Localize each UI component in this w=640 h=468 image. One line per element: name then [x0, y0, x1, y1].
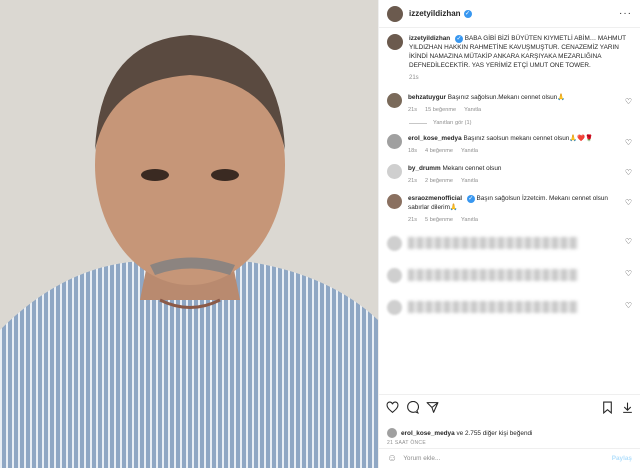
comment-likes[interactable]: 4 beğenme	[425, 147, 453, 156]
comment-item: esraozmenofficial ✓ Başın sağolsun İzzet…	[387, 194, 632, 225]
comment-text: Başınız sağolsun.Mekanı cennet olsun🙏	[447, 94, 566, 101]
comment-like-icon[interactable]: ♡	[625, 138, 632, 147]
commenter-avatar[interactable]	[387, 93, 402, 108]
comment-username[interactable]: esraozmenofficial	[408, 195, 462, 202]
comment-time: 21s	[408, 107, 418, 113]
liker-username[interactable]: erol_kose_medya	[401, 430, 455, 437]
commenter-avatar[interactable]	[387, 194, 402, 209]
post-caption: izzetyildizhan ✓ BABA GİBİ BİZİ BÜYÜTEN …	[387, 34, 632, 83]
comment-input-bar: ☺ Yorum ekle... Paylaş	[379, 448, 640, 468]
post-header: izzetyildizhan ✓ ···	[379, 0, 640, 28]
share-icon[interactable]	[425, 401, 439, 415]
comment-username[interactable]: erol_kose_medya	[408, 135, 462, 142]
comment-like-icon[interactable]: ♡	[625, 198, 632, 207]
comment-time: 21s	[408, 217, 418, 223]
action-bar	[379, 394, 640, 420]
comment-username[interactable]: behzatuygur	[408, 94, 446, 101]
likes-count[interactable]: ve 2.755 diğer kişi beğendi	[456, 430, 532, 437]
save-icon[interactable]	[600, 401, 614, 415]
blurred-text	[408, 301, 578, 313]
blurred-avatar	[387, 235, 402, 251]
blurred-comment: ♡	[387, 265, 632, 285]
emoji-icon[interactable]: ☺	[387, 453, 397, 464]
comment-like-icon[interactable]: ♡	[625, 237, 632, 246]
reply-button[interactable]: Yanıtla	[461, 147, 478, 156]
reply-button[interactable]: Yanıtla	[461, 177, 478, 186]
blurred-comment: ♡	[387, 233, 632, 253]
comments-section[interactable]: izzetyildizhan ✓ BABA GİBİ BİZİ BÜYÜTEN …	[379, 28, 640, 394]
caption-time: 21s	[409, 75, 419, 81]
post-comment-button[interactable]: Paylaş	[612, 455, 632, 462]
blurred-comment: ♡	[387, 297, 632, 317]
comment-like-icon[interactable]: ♡	[625, 269, 632, 278]
portrait-image	[0, 0, 378, 468]
author-avatar[interactable]	[387, 5, 403, 22]
post-photo	[0, 0, 378, 468]
blurred-avatar	[387, 267, 402, 283]
view-replies-label: Yanıtları gör (1)	[433, 120, 472, 126]
comment-likes[interactable]: 15 beğenme	[425, 106, 456, 115]
comment-item: by_drumm Mekanı cennet olsun 21s 2 beğen…	[387, 164, 632, 186]
caption-username[interactable]: izzetyildizhan	[409, 35, 450, 42]
commenter-avatar[interactable]	[387, 134, 402, 149]
replies-divider	[409, 122, 427, 124]
commenter-avatar[interactable]	[387, 164, 402, 179]
comment-like-icon[interactable]: ♡	[625, 97, 632, 106]
verified-icon: ✓	[466, 195, 475, 203]
blurred-text	[408, 269, 578, 281]
comment-text: Başınız saolsun mekanı cennet olsun🙏❤️🌹	[463, 135, 594, 142]
author-username[interactable]: izzetyildizhan	[409, 9, 461, 18]
comment-icon[interactable]	[405, 401, 419, 415]
like-icon[interactable]	[385, 401, 399, 415]
liker-avatar[interactable]	[387, 428, 397, 438]
reply-button[interactable]: Yanıtla	[464, 106, 481, 115]
comment-item: behzatuygur Başınız sağolsun.Mekanı cenn…	[387, 93, 632, 115]
blurred-avatar	[387, 299, 402, 315]
comment-likes[interactable]: 2 beğenme	[425, 177, 453, 186]
comment-input[interactable]: Yorum ekle...	[403, 455, 440, 462]
blurred-text	[408, 237, 578, 249]
verified-icon: ✓	[454, 35, 463, 43]
comment-text: Mekanı cennet olsun	[442, 165, 502, 172]
likes-summary: erol_kose_medya ve 2.755 diğer kişi beğe…	[387, 428, 632, 438]
more-options-icon[interactable]: ···	[619, 8, 632, 19]
comment-time: 21s	[408, 178, 418, 184]
download-icon[interactable]	[620, 401, 634, 415]
post-age: 21 SAAT ÖNCE	[387, 440, 426, 446]
view-replies[interactable]: Yanıtları gör (1)	[409, 120, 632, 126]
verified-icon: ✓	[463, 9, 472, 18]
comment-username[interactable]: by_drumm	[408, 165, 441, 172]
reply-button[interactable]: Yanıtla	[461, 216, 478, 225]
caption-avatar[interactable]	[387, 34, 403, 50]
comment-time: 18s	[408, 148, 418, 154]
comment-like-icon[interactable]: ♡	[625, 168, 632, 177]
comment-item: erol_kose_medya Başınız saolsun mekanı c…	[387, 134, 632, 156]
comment-likes[interactable]: 5 beğenme	[425, 216, 453, 225]
post-panel: izzetyildizhan ✓ ··· izzetyildizhan ✓ BA…	[378, 0, 640, 468]
comment-like-icon[interactable]: ♡	[625, 301, 632, 310]
